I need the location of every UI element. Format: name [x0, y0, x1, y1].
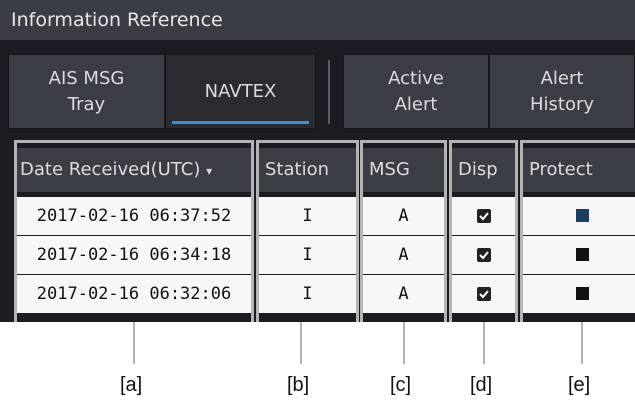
leader-line-a: [133, 322, 135, 364]
column-outline-c: [360, 140, 447, 322]
column-outline-b: [256, 140, 359, 322]
column-outline-d: [449, 140, 518, 322]
leader-line-d: [483, 322, 485, 364]
tab-active-alert[interactable]: Active Alert: [343, 54, 489, 129]
tab-ais-msg-tray[interactable]: AIS MSG Tray: [8, 54, 165, 129]
callout-c: [c]: [390, 374, 412, 396]
callout-e: [e]: [568, 374, 591, 396]
tab-divider: [328, 60, 330, 124]
callout-b: [b]: [287, 374, 310, 396]
leader-line-e: [581, 322, 583, 364]
window-title: Information Reference: [0, 0, 635, 40]
information-reference-panel: Information Reference AIS MSG Tray NAVTE…: [0, 0, 635, 322]
tab-navtex[interactable]: NAVTEX: [165, 54, 316, 129]
leader-line-c: [403, 322, 405, 364]
tab-alert-history[interactable]: Alert History: [489, 54, 635, 129]
column-outline-e: [520, 140, 635, 322]
column-outline-a: [14, 140, 254, 322]
leader-line-b: [300, 322, 302, 364]
callout-d: [d]: [470, 374, 493, 396]
callout-a: [a]: [120, 374, 143, 396]
